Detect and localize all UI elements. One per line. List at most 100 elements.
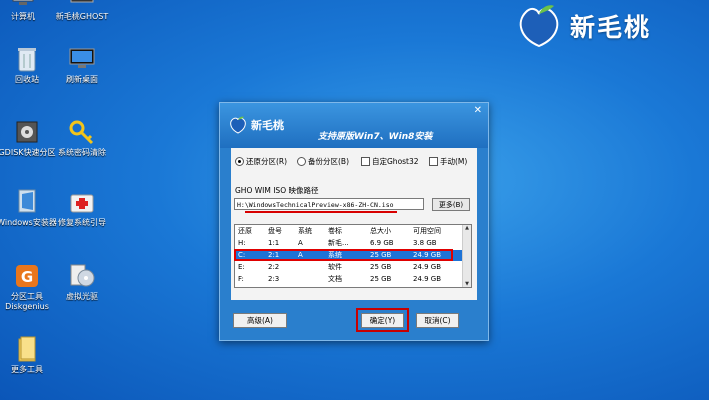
desktop-icon-gdisk[interactable]: GDISK快速分区 xyxy=(0,118,58,158)
scroll-down-icon[interactable]: ▼ xyxy=(463,281,471,287)
computer-icon xyxy=(8,0,38,10)
table-cell: E: xyxy=(238,263,245,271)
virtual-drive-icon xyxy=(67,262,97,290)
option-label: 备份分区(B) xyxy=(308,157,349,166)
monitor-refresh-icon xyxy=(67,45,97,73)
table-cell: 新毛... xyxy=(328,239,349,247)
dialog-logo: 新毛桃 xyxy=(228,115,284,135)
desktop-icon-virtual-drive[interactable]: 虚拟光驱 xyxy=(51,262,113,302)
dialog-slogan: 支持原版Win7、Win8安装 xyxy=(318,132,433,142)
table-cell: 3.8 GB xyxy=(413,239,437,247)
desktop-icon-ghost[interactable]: 新毛桃GHOST xyxy=(51,0,113,22)
table-cell: H: xyxy=(238,239,246,247)
checkbox-icon xyxy=(361,157,370,166)
desktop-icon-label: 虚拟光驱 xyxy=(66,292,98,301)
svg-text:G: G xyxy=(21,268,33,286)
table-cell: 软件 xyxy=(328,263,342,271)
table-cell: A xyxy=(298,251,303,259)
image-path-label: GHO WIM ISO 映像路径 xyxy=(235,186,319,195)
desktop-icon-boot-repair[interactable]: 修复系统引导 xyxy=(51,188,113,228)
column-header: 还原 xyxy=(238,227,252,235)
table-cell: 25 GB xyxy=(370,251,392,259)
table-cell: 25 GB xyxy=(370,275,392,283)
table-cell: F: xyxy=(238,275,244,283)
peach-logo-icon xyxy=(230,116,246,134)
brand-logo: 新毛桃 xyxy=(514,2,651,50)
radio-selected-icon xyxy=(235,157,244,166)
option-label: 自定Ghost32 xyxy=(372,157,419,166)
backup-partition-radio[interactable]: 备份分区(B) xyxy=(297,156,349,167)
desktop-icon-label: 修复系统引导 xyxy=(58,218,106,227)
more-button[interactable]: 更多(B) xyxy=(432,198,470,211)
table-cell: 2:2 xyxy=(268,263,280,271)
table-cell: 24.9 GB xyxy=(413,263,442,271)
table-cell: 文档 xyxy=(328,275,342,283)
dialog-body: 还原分区(R) 备份分区(B) 自定Ghost32 手动(M) GHO WIM … xyxy=(231,148,477,300)
option-label: 还原分区(R) xyxy=(246,157,288,166)
table-cell: 6.9 GB xyxy=(370,239,394,247)
table-scrollbar[interactable]: ▲ ▼ xyxy=(462,225,471,287)
advanced-button[interactable]: 高级(A) xyxy=(233,313,287,328)
table-cell: 1:1 xyxy=(268,239,280,247)
option-label: 手动(M) xyxy=(440,157,468,166)
diskgenius-icon: G xyxy=(12,262,42,290)
table-cell: A xyxy=(298,239,303,247)
dialog-logo-text: 新毛桃 xyxy=(251,119,284,132)
installer-dialog: ✕ 新毛桃 支持原版Win7、Win8安装 还原分区(R) 备份分区(B) 自定… xyxy=(219,102,489,341)
partition-table: 还原 盘号 系统 卷标 总大小 可用空间 H: 1:1 A 新毛... 6.9 … xyxy=(234,224,472,288)
desktop-icon-label: 计算机 xyxy=(11,12,35,21)
table-row[interactable]: F: 2:3 文档 25 GB 24.9 GB xyxy=(235,274,465,285)
desktop-icon-label: 更多工具 xyxy=(11,365,43,374)
key-icon xyxy=(67,118,97,146)
first-aid-icon xyxy=(67,188,97,216)
column-header: 可用空间 xyxy=(413,227,441,235)
desktop-icon-password[interactable]: 系统密码清除 xyxy=(51,118,113,158)
table-cell: 2:3 xyxy=(268,275,280,283)
desktop-icon-refresh[interactable]: 刷新桌面 xyxy=(51,45,113,85)
table-row-selected[interactable]: C: 2:1 A 系统 25 GB 24.9 GB xyxy=(235,250,465,261)
desktop-icon-label: Windows安装器 xyxy=(0,218,57,227)
manual-checkbox[interactable]: 手动(M) xyxy=(429,156,467,167)
windows-installer-icon xyxy=(12,188,42,216)
table-row[interactable]: H: 1:1 A 新毛... 6.9 GB 3.8 GB xyxy=(235,238,465,249)
restore-partition-radio[interactable]: 还原分区(R) xyxy=(235,156,287,167)
ok-button[interactable]: 确定(Y) xyxy=(361,313,404,328)
radio-icon xyxy=(297,157,306,166)
table-row[interactable]: E: 2:2 软件 25 GB 24.9 GB xyxy=(235,262,465,273)
desktop-icon-label: 刷新桌面 xyxy=(66,75,98,84)
desktop-icon-diskgenius[interactable]: G 分区工具Diskgenius xyxy=(0,262,58,312)
path-highlight-underline xyxy=(245,211,397,213)
column-header: 盘号 xyxy=(268,227,282,235)
table-cell: C: xyxy=(238,251,246,259)
desktop-icon-computer[interactable]: 计算机 xyxy=(0,0,54,22)
column-header: 总大小 xyxy=(370,227,391,235)
ghost-icon xyxy=(67,0,97,10)
column-header: 系统 xyxy=(298,227,312,235)
mode-options: 还原分区(R) 备份分区(B) 自定Ghost32 手动(M) xyxy=(231,156,477,170)
table-cell: 25 GB xyxy=(370,263,392,271)
dialog-header: ✕ 新毛桃 支持原版Win7、Win8安装 xyxy=(220,103,488,148)
table-cell: 系统 xyxy=(328,251,342,259)
desktop-icon-label: 系统密码清除 xyxy=(58,148,106,157)
disk-partition-icon xyxy=(12,118,42,146)
custom-ghost-checkbox[interactable]: 自定Ghost32 xyxy=(361,156,419,167)
recycle-bin-icon xyxy=(12,45,42,73)
desktop-icon-label: 回收站 xyxy=(15,75,39,84)
table-cell: 24.9 GB xyxy=(413,275,442,283)
brand-name: 新毛桃 xyxy=(570,13,652,42)
column-header: 卷标 xyxy=(328,227,342,235)
desktop-icon-windows-installer[interactable]: Windows安装器 xyxy=(0,188,58,228)
desktop-icon-label: 分区工具Diskgenius xyxy=(5,292,49,311)
table-cell: 2:1 xyxy=(268,251,280,259)
peach-logo-icon xyxy=(519,5,559,48)
desktop-icon-more-tools[interactable]: 更多工具 xyxy=(0,335,58,375)
table-header: 还原 盘号 系统 卷标 总大小 可用空间 xyxy=(235,226,465,237)
desktop-icon-recycle-bin[interactable]: 回收站 xyxy=(0,45,58,85)
image-path-field[interactable]: H:\WindowsTechnicalPreview-x86-ZH-CN.iso xyxy=(234,198,424,210)
close-button[interactable]: ✕ xyxy=(474,105,482,116)
scroll-up-icon[interactable]: ▲ xyxy=(463,225,471,231)
cancel-button[interactable]: 取消(C) xyxy=(416,313,459,328)
folder-icon xyxy=(12,335,42,363)
table-cell: 24.9 GB xyxy=(413,251,442,259)
desktop-icon-label: GDISK快速分区 xyxy=(0,148,56,157)
